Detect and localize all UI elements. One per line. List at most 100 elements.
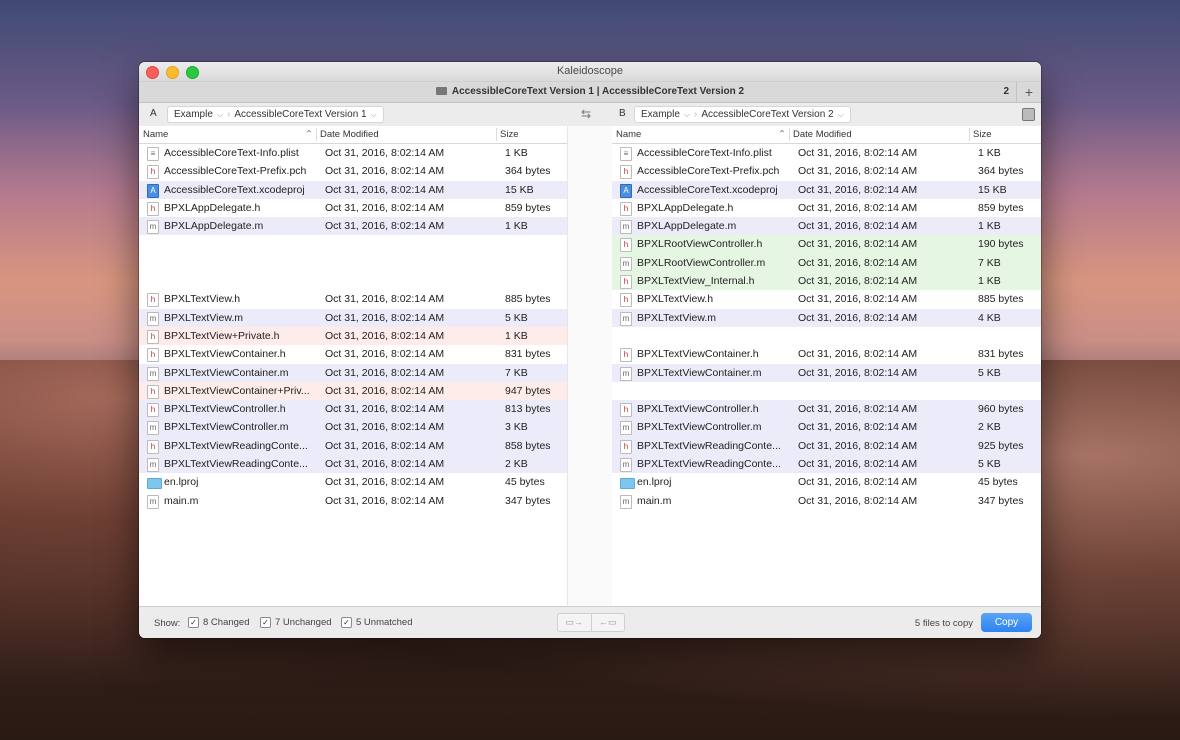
file-row[interactable]: h BPXLTextView+Private.h Oct 31, 2016, 8:0…: [139, 326, 567, 346]
file-icon: h: [620, 348, 632, 363]
file-row[interactable]: m BPXLRootViewController.m Oct 31, 2016, 8…: [612, 253, 1041, 273]
file-row[interactable]: A AccessibleCoreText.xcodeproj Oct 31, 201…: [139, 180, 567, 199]
file-row[interactable]: h BPXLTextViewController.h Oct 31, 2016, 8…: [612, 400, 1041, 419]
empty-row: [139, 254, 567, 272]
changed-filter-checkbox[interactable]: ✓ 8 Changed: [188, 617, 249, 628]
file-row[interactable]: en.lproj Oct 31, 2016, 8:02:14 AM 45 bytes: [612, 473, 1041, 491]
copy-button[interactable]: Copy: [981, 613, 1032, 632]
file-row[interactable]: m BPXLTextViewReadingConte... Oct 31, 2016…: [139, 455, 567, 474]
file-size: 7 KB: [505, 366, 528, 379]
file-row[interactable]: h BPXLTextView.h Oct 31, 2016, 8:02:14 AM 8…: [139, 290, 567, 308]
file-size: 15 KB: [505, 183, 534, 196]
column-header-a: Name ⌃ Date Modified Size: [139, 126, 567, 144]
file-icon: h: [147, 384, 159, 399]
chevron-down-icon: ⌵: [370, 109, 377, 119]
file-row[interactable]: h BPXLTextView_Internal.h Oct 31, 2016, 8:…: [612, 272, 1041, 291]
checkmark-icon: ✓: [260, 617, 271, 628]
file-date: Oct 31, 2016, 8:02:14 AM: [798, 165, 918, 178]
breadcrumb-a[interactable]: Example ⌵ › AccessibleCoreText Version 1…: [167, 106, 384, 123]
file-row[interactable]: h BPXLRootViewController.h Oct 31, 2016, 8…: [612, 235, 1041, 254]
breadcrumb-b-folder[interactable]: AccessibleCoreText Version 2: [701, 109, 833, 120]
file-date: Oct 31, 2016, 8:02:14 AM: [325, 439, 445, 452]
file-row[interactable]: m BPXLTextViewController.m Oct 31, 2016, 8…: [139, 418, 567, 437]
file-date: Oct 31, 2016, 8:02:14 AM: [798, 238, 918, 251]
file-row[interactable]: h BPXLTextViewReadingConte... Oct 31, 2016…: [139, 436, 567, 456]
file-icon: h: [147, 293, 159, 308]
file-row[interactable]: m BPXLTextViewContainer.m Oct 31, 2016, 8:…: [612, 363, 1041, 382]
breadcrumb-a-folder[interactable]: AccessibleCoreText Version 1: [234, 109, 366, 120]
file-row[interactable]: h BPXLAppDelegate.h Oct 31, 2016, 8:02:14 …: [612, 199, 1041, 217]
file-row[interactable]: h BPXLTextViewController.h Oct 31, 2016, 8…: [139, 400, 567, 419]
file-name: BPXLAppDelegate.m: [637, 220, 737, 233]
file-icon: A: [147, 183, 159, 198]
file-date: Oct 31, 2016, 8:02:14 AM: [325, 421, 445, 434]
file-row[interactable]: h AccessibleCoreText-Prefix.pch Oct 31, 20…: [139, 162, 567, 180]
file-row[interactable]: h BPXLTextViewContainer.h Oct 31, 2016, 8:…: [139, 345, 567, 363]
breadcrumb-b-root[interactable]: Example: [641, 109, 680, 120]
copy-to-right-icon[interactable]: ▭→: [558, 614, 591, 631]
file-name: AccessibleCoreText-Info.plist: [164, 147, 299, 159]
file-row[interactable]: A AccessibleCoreText.xcodeproj Oct 31, 201…: [612, 180, 1041, 199]
column-date-header[interactable]: Date Modified: [793, 129, 852, 140]
file-name: BPXLTextView+Private.h: [164, 329, 280, 342]
file-row[interactable]: m BPXLTextViewController.m Oct 31, 2016, 8…: [612, 418, 1041, 437]
copy-all-icon[interactable]: [1022, 108, 1035, 121]
file-row[interactable]: h BPXLTextViewContainer.h Oct 31, 2016, 8:…: [612, 345, 1041, 363]
file-size: 190 bytes: [978, 238, 1024, 251]
breadcrumb-a-root[interactable]: Example: [174, 109, 213, 120]
file-icon: ≡: [620, 147, 632, 161]
file-name: BPXLTextView_Internal.h: [637, 275, 755, 288]
file-size: 947 bytes: [505, 384, 551, 397]
file-size: 364 bytes: [978, 165, 1024, 178]
file-row[interactable]: ≡ AccessibleCoreText-Info.plist Oct 31, 20…: [612, 144, 1041, 162]
file-icon: h: [620, 275, 632, 290]
file-date: Oct 31, 2016, 8:02:14 AM: [325, 494, 445, 507]
file-size: 5 KB: [505, 311, 528, 324]
file-date: Oct 31, 2016, 8:02:14 AM: [325, 220, 445, 233]
file-name: BPXLTextViewReadingConte...: [164, 458, 308, 471]
column-name-header[interactable]: Name: [616, 129, 641, 140]
file-size: 831 bytes: [505, 348, 551, 361]
column-name-header[interactable]: Name: [143, 129, 168, 140]
file-size: 1 KB: [978, 147, 1001, 159]
file-row[interactable]: m BPXLTextView.m Oct 31, 2016, 8:02:14 AM 5…: [139, 308, 567, 327]
file-row[interactable]: h BPXLTextView.h Oct 31, 2016, 8:02:14 AM 8…: [612, 290, 1041, 308]
file-icon: h: [147, 165, 159, 180]
column-size-header[interactable]: Size: [500, 129, 518, 140]
file-name: BPXLTextViewContainer+Priv...: [164, 384, 310, 397]
file-row[interactable]: en.lproj Oct 31, 2016, 8:02:14 AM 45 bytes: [139, 473, 567, 491]
breadcrumb-b[interactable]: Example ⌵ › AccessibleCoreText Version 2…: [634, 106, 851, 123]
file-row[interactable]: m BPXLAppDelegate.m Oct 31, 2016, 8:02:14 …: [612, 217, 1041, 236]
file-date: Oct 31, 2016, 8:02:14 AM: [325, 293, 445, 306]
file-size: 1 KB: [505, 147, 528, 159]
file-name: AccessibleCoreText-Prefix.pch: [164, 165, 307, 178]
comparison-tab[interactable]: AccessibleCoreText Version 1 | Accessibl…: [139, 86, 1041, 97]
file-date: Oct 31, 2016, 8:02:14 AM: [798, 458, 918, 471]
file-list-b: ≡ AccessibleCoreText-Info.plist Oct 31, 20…: [612, 144, 1041, 510]
file-row[interactable]: m main.m Oct 31, 2016, 8:02:14 AM 347 bytes: [139, 492, 567, 510]
unmatched-filter-checkbox[interactable]: ✓ 5 Unmatched: [341, 617, 413, 628]
file-row[interactable]: m BPXLTextViewContainer.m Oct 31, 2016, 8:…: [139, 363, 567, 382]
swap-sides-icon[interactable]: ⇆: [581, 107, 591, 121]
file-row[interactable]: m BPXLTextView.m Oct 31, 2016, 8:02:14 AM 4…: [612, 308, 1041, 327]
file-row[interactable]: m BPXLTextViewReadingConte... Oct 31, 2016…: [612, 455, 1041, 474]
file-row[interactable]: h BPXLTextViewContainer+Priv... Oct 31, 20…: [139, 381, 567, 401]
diff-gutter: [567, 126, 613, 607]
file-row[interactable]: m main.m Oct 31, 2016, 8:02:14 AM 347 bytes: [612, 492, 1041, 510]
new-tab-button[interactable]: +: [1016, 82, 1041, 102]
file-name: BPXLAppDelegate.h: [637, 201, 734, 214]
file-icon: m: [620, 494, 632, 509]
file-row[interactable]: h BPXLAppDelegate.h Oct 31, 2016, 8:02:14 …: [139, 199, 567, 217]
file-row[interactable]: m BPXLAppDelegate.m Oct 31, 2016, 8:02:14 …: [139, 217, 567, 236]
sort-ascending-icon: ⌃: [305, 129, 313, 140]
file-row[interactable]: h BPXLTextViewReadingConte... Oct 31, 2016…: [612, 436, 1041, 456]
column-size-header[interactable]: Size: [973, 129, 991, 140]
file-row[interactable]: ≡ AccessibleCoreText-Info.plist Oct 31, 20…: [139, 144, 567, 162]
file-row[interactable]: h AccessibleCoreText-Prefix.pch Oct 31, 20…: [612, 162, 1041, 180]
unchanged-filter-checkbox[interactable]: ✓ 7 Unchanged: [260, 617, 332, 628]
unmatched-filter-label: 5 Unmatched: [356, 617, 413, 628]
file-icon: h: [147, 348, 159, 363]
file-name: BPXLTextViewContainer.h: [637, 348, 759, 361]
column-date-header[interactable]: Date Modified: [320, 129, 379, 140]
copy-to-left-icon[interactable]: ←▭: [590, 614, 625, 631]
